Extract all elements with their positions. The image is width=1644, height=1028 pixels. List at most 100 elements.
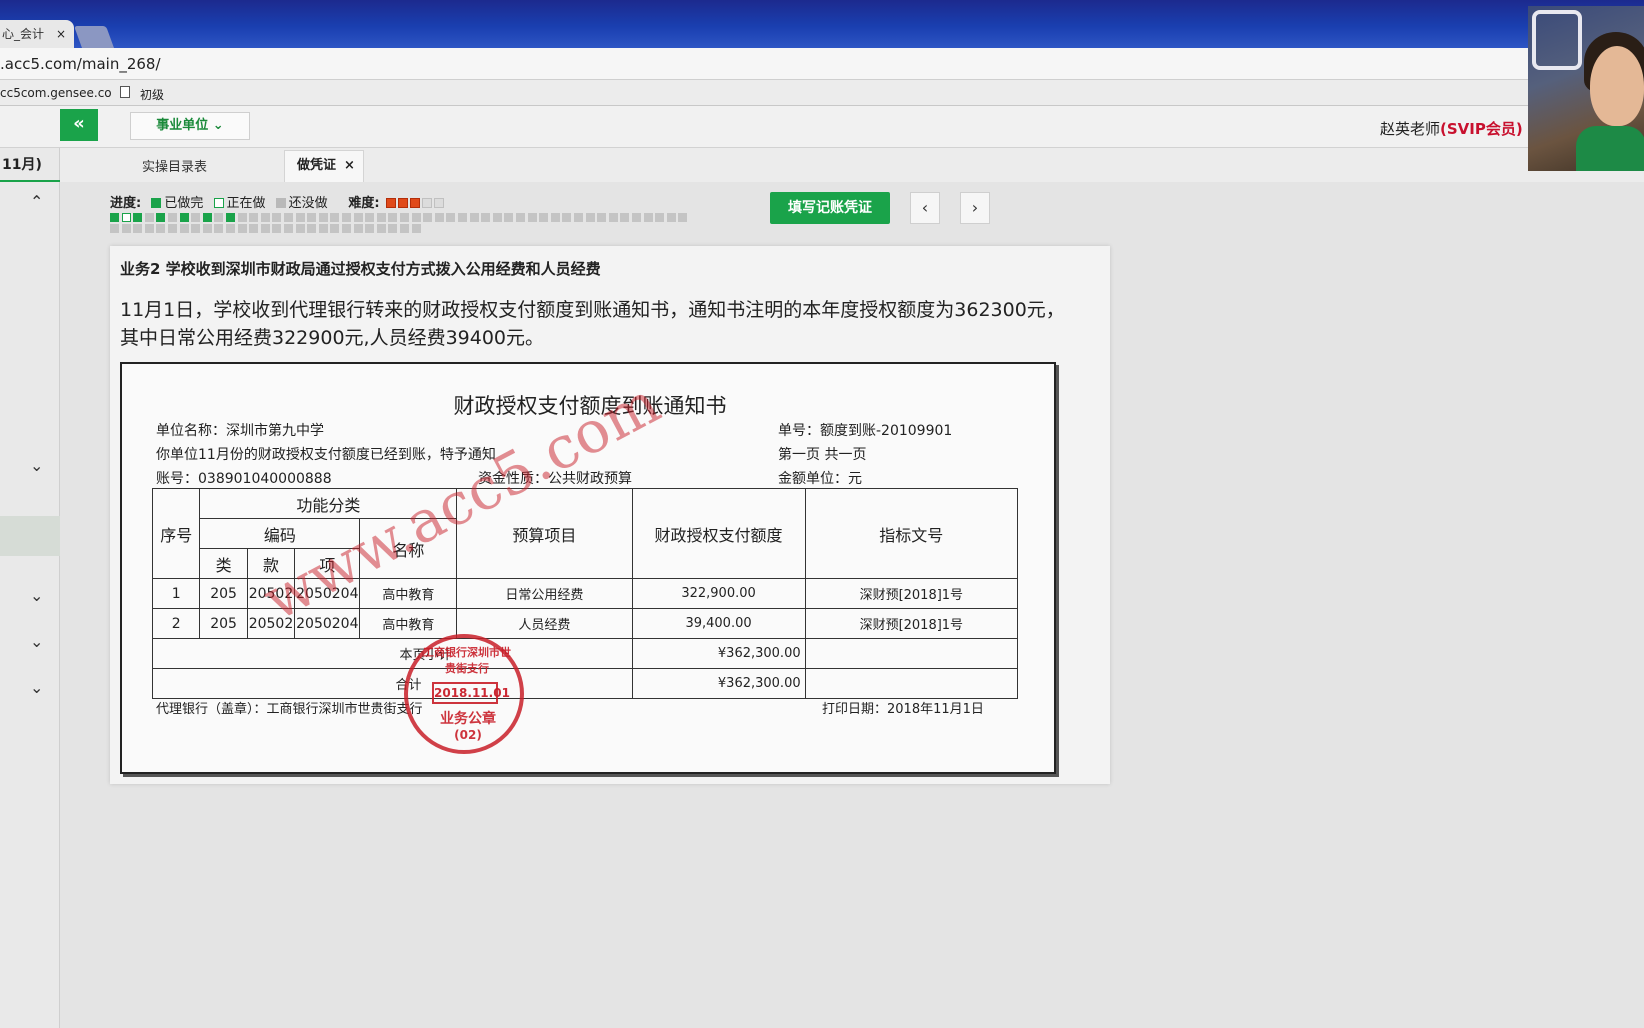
- progress-cell[interactable]: [608, 213, 618, 222]
- progress-cell[interactable]: [214, 224, 224, 233]
- progress-cell[interactable]: [458, 213, 467, 222]
- progress-cell[interactable]: [295, 224, 305, 233]
- progress-cell[interactable]: [562, 213, 572, 222]
- progress-cell[interactable]: [272, 213, 282, 222]
- progress-cell[interactable]: [376, 224, 386, 233]
- progress-cell[interactable]: [144, 224, 154, 233]
- progress-cell[interactable]: [353, 224, 363, 233]
- progress-cell[interactable]: [365, 213, 375, 222]
- progress-cell[interactable]: [237, 224, 247, 233]
- progress-cell[interactable]: [133, 213, 143, 222]
- progress-cell[interactable]: [400, 224, 409, 233]
- progress-cell[interactable]: [249, 213, 259, 222]
- progress-cell[interactable]: [249, 224, 259, 233]
- browser-tab[interactable]: 心_会计 ×: [0, 20, 74, 48]
- progress-cell[interactable]: [504, 213, 514, 222]
- progress-cell[interactable]: [365, 224, 375, 233]
- collapse-sidebar-button[interactable]: «: [60, 109, 98, 141]
- chevron-down-icon[interactable]: ⌄: [30, 632, 43, 651]
- progress-cell[interactable]: [191, 224, 201, 233]
- progress-cell[interactable]: [110, 224, 119, 233]
- progress-cell[interactable]: [527, 213, 537, 222]
- new-tab-button[interactable]: [73, 26, 115, 48]
- progress-cell[interactable]: [678, 213, 688, 222]
- progress-cell[interactable]: [202, 224, 212, 233]
- chevron-down-icon[interactable]: ⌄: [30, 678, 43, 697]
- progress-cell[interactable]: [284, 224, 293, 233]
- progress-cell[interactable]: [446, 213, 456, 222]
- progress-cell[interactable]: [666, 213, 676, 222]
- progress-cell[interactable]: [156, 224, 166, 233]
- sidebar-month[interactable]: 11月): [0, 148, 60, 182]
- progress-cell[interactable]: [214, 213, 224, 222]
- progress-cell[interactable]: [318, 224, 328, 233]
- progress-cell[interactable]: [434, 213, 444, 222]
- progress-cell[interactable]: [643, 213, 653, 222]
- progress-cell[interactable]: [202, 213, 212, 222]
- progress-cell[interactable]: [260, 224, 270, 233]
- tab-voucher[interactable]: 做凭证 ×: [284, 150, 364, 182]
- progress-cell[interactable]: [597, 213, 607, 222]
- prev-button[interactable]: ‹: [910, 192, 940, 224]
- progress-cell[interactable]: [168, 224, 177, 233]
- progress-cell[interactable]: [272, 224, 282, 233]
- progress-cell[interactable]: [481, 213, 491, 222]
- progress-cell[interactable]: [574, 213, 583, 222]
- progress-cell[interactable]: [469, 213, 479, 222]
- progress-cell[interactable]: [620, 213, 630, 222]
- progress-cell[interactable]: [411, 213, 421, 222]
- progress-cell[interactable]: [585, 213, 595, 222]
- progress-cell[interactable]: [318, 213, 328, 222]
- progress-cell[interactable]: [295, 213, 305, 222]
- progress-cell[interactable]: [110, 213, 119, 222]
- progress-cell[interactable]: [307, 224, 317, 233]
- chevron-up-icon[interactable]: ⌃: [30, 192, 43, 211]
- progress-cell[interactable]: [550, 213, 560, 222]
- chevron-down-icon[interactable]: ⌄: [30, 586, 43, 605]
- progress-cell[interactable]: [353, 213, 363, 222]
- progress-cell[interactable]: [655, 213, 665, 222]
- progress-cell[interactable]: [423, 213, 433, 222]
- url-text[interactable]: .acc5.com/main_268/: [0, 55, 161, 73]
- progress-cell[interactable]: [179, 224, 189, 233]
- progress-cell[interactable]: [260, 213, 270, 222]
- progress-cell[interactable]: [226, 224, 235, 233]
- close-icon[interactable]: ×: [344, 158, 355, 173]
- progress-cell[interactable]: [330, 213, 340, 222]
- progress-cell[interactable]: [226, 213, 235, 222]
- fill-voucher-button[interactable]: 填写记账凭证: [770, 192, 890, 224]
- progress-cell[interactable]: [156, 213, 166, 222]
- progress-cell[interactable]: [121, 224, 131, 233]
- progress-cell[interactable]: [330, 224, 340, 233]
- close-icon[interactable]: ×: [56, 20, 66, 48]
- progress-cell[interactable]: [539, 213, 549, 222]
- progress-cell[interactable]: [237, 213, 247, 222]
- tab-catalog[interactable]: 实操目录表: [142, 156, 207, 175]
- next-button[interactable]: ›: [960, 192, 990, 224]
- bookmark-chuji[interactable]: 初级: [140, 86, 164, 103]
- bookmark-gensee[interactable]: cc5com.gensee.co: [0, 86, 112, 100]
- chevron-down-icon[interactable]: ⌄: [30, 456, 43, 475]
- progress-cell[interactable]: [284, 213, 293, 222]
- user-name[interactable]: 赵英老师(SVIP会员): [1380, 118, 1523, 139]
- progress-cell[interactable]: [342, 224, 351, 233]
- progress-cell[interactable]: [144, 213, 154, 222]
- progress-cell[interactable]: [516, 213, 525, 222]
- progress-cell[interactable]: [632, 213, 641, 222]
- progress-cell[interactable]: [168, 213, 177, 222]
- address-bar[interactable]: .acc5.com/main_268/: [0, 48, 1644, 80]
- sidebar-item-active[interactable]: [0, 516, 60, 556]
- progress-cell[interactable]: [121, 213, 131, 222]
- progress-cell[interactable]: [411, 224, 421, 233]
- progress-cell[interactable]: [492, 213, 502, 222]
- progress-cell[interactable]: [376, 213, 386, 222]
- unit-type-select[interactable]: 事业单位 ⌄: [130, 112, 250, 140]
- progress-cell[interactable]: [179, 213, 189, 222]
- progress-cell[interactable]: [191, 213, 201, 222]
- progress-cell[interactable]: [400, 213, 409, 222]
- progress-cell[interactable]: [133, 224, 143, 233]
- progress-cell[interactable]: [307, 213, 317, 222]
- progress-cell[interactable]: [388, 224, 398, 233]
- progress-cell[interactable]: [388, 213, 398, 222]
- progress-cell[interactable]: [342, 213, 351, 222]
